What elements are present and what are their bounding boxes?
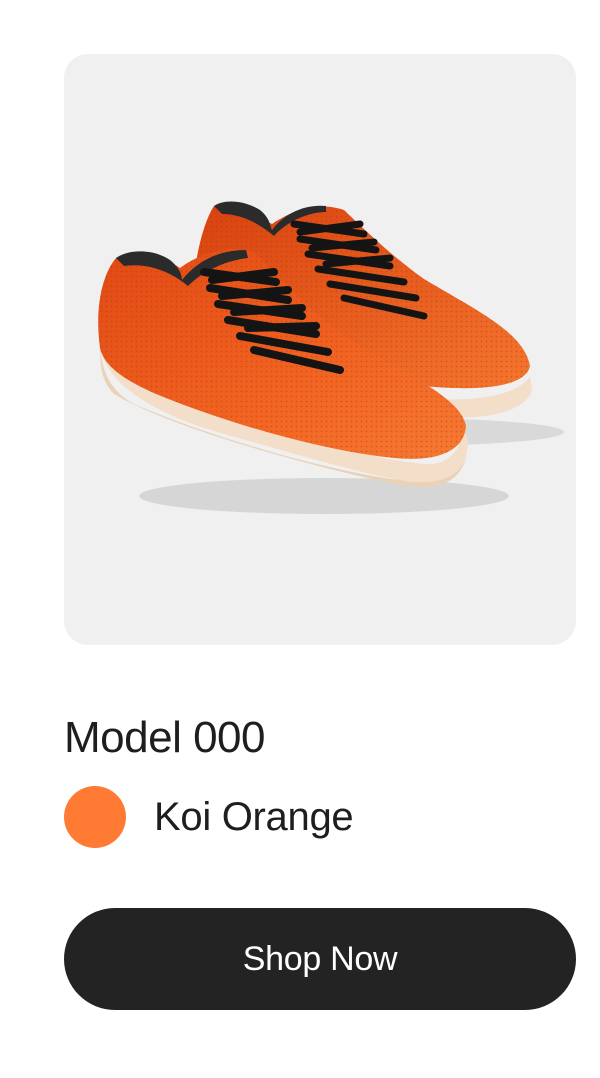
color-name: Koi Orange	[154, 794, 354, 839]
color-option: Koi Orange	[64, 786, 354, 848]
color-swatch[interactable]	[64, 786, 126, 848]
shop-now-button[interactable]: Shop Now	[64, 908, 576, 1010]
product-name: Model 000	[64, 713, 265, 762]
product-image[interactable]	[64, 54, 576, 645]
orange-sneakers-image	[98, 201, 564, 514]
